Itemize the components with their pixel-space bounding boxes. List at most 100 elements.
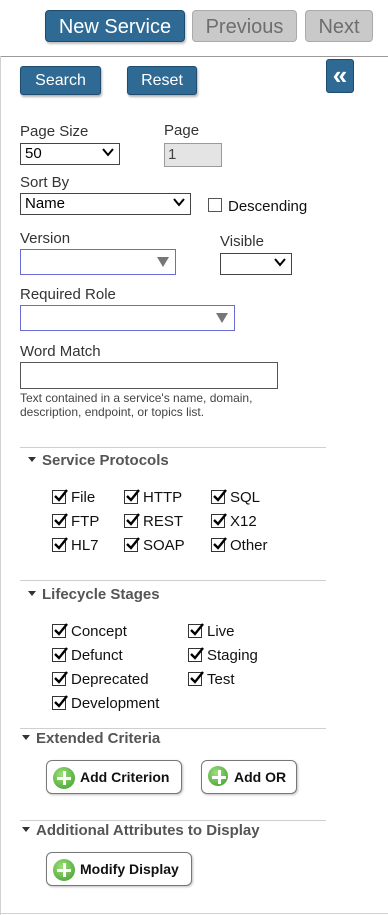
page-label: Page	[164, 122, 200, 139]
reset-button[interactable]: Reset	[127, 66, 197, 95]
word-match-input[interactable]	[20, 362, 278, 389]
additional-attributes-title: Additional Attributes to Display	[36, 822, 260, 839]
checkmark-icon	[54, 671, 68, 684]
checkmark-icon	[54, 537, 68, 550]
extended-criteria-title: Extended Criteria	[36, 730, 161, 747]
checkmark-icon	[126, 489, 140, 502]
collapse-arrow-icon	[28, 590, 36, 596]
dropdown-triangle-icon	[157, 257, 169, 267]
divider	[20, 447, 326, 448]
protocol-label-ftp: FTP	[71, 513, 100, 530]
checkmark-icon	[190, 623, 204, 636]
add-criterion-label: Add Criterion	[80, 769, 170, 785]
dropdown-triangle-icon	[216, 313, 228, 323]
protocol-label-file: File	[71, 489, 96, 506]
protocol-checkbox-rest[interactable]	[124, 513, 140, 528]
checkmark-icon	[54, 513, 68, 526]
protocol-checkbox-ftp[interactable]	[52, 513, 68, 528]
modify-display-label: Modify Display	[80, 861, 179, 877]
checkmark-icon	[126, 513, 140, 526]
protocol-checkbox-x12[interactable]	[211, 513, 227, 528]
protocol-label-other: Other	[230, 537, 268, 554]
checkmark-icon	[54, 489, 68, 502]
checkmark-icon	[54, 695, 68, 708]
lifecycle-checkbox-test[interactable]	[188, 671, 204, 686]
add-or-label: Add OR	[234, 769, 287, 785]
modify-display-button[interactable]: Modify Display	[46, 852, 192, 886]
lifecycle-checkbox-defunct[interactable]	[52, 647, 68, 662]
add-or-icon	[208, 766, 228, 786]
search-button[interactable]: Search	[20, 66, 101, 95]
protocol-label-sql: SQL	[230, 489, 261, 506]
service-protocols-header[interactable]: Service Protocols	[28, 452, 169, 469]
extended-criteria-header[interactable]: Extended Criteria	[22, 730, 160, 747]
lifecycle-label-development: Development	[71, 695, 160, 712]
lifecycle-checkbox-deprecated[interactable]	[52, 671, 68, 686]
chevron-down-icon	[172, 195, 186, 215]
protocol-checkbox-sql[interactable]	[211, 489, 227, 504]
protocol-checkbox-file[interactable]	[52, 489, 68, 504]
checkmark-icon	[213, 489, 227, 502]
sort-by-label: Sort By	[20, 174, 70, 191]
word-match-help-text: Text contained in a service's name, doma…	[20, 391, 253, 419]
divider	[20, 820, 326, 821]
add-icon	[53, 859, 75, 881]
visible-select[interactable]	[220, 253, 292, 275]
lifecycle-checkbox-concept[interactable]	[52, 623, 68, 638]
descending-label: Descending	[228, 198, 308, 215]
checkmark-icon	[54, 647, 68, 660]
new-service-button[interactable]: New Service	[45, 10, 185, 42]
lifecycle-checkbox-development[interactable]	[52, 695, 68, 710]
protocol-checkbox-soap[interactable]	[124, 537, 140, 552]
collapse-arrow-icon	[22, 734, 30, 740]
collapse-arrow-icon	[28, 456, 36, 462]
service-protocols-title: Service Protocols	[42, 452, 169, 469]
lifecycle-label-live: Live	[207, 623, 235, 640]
lifecycle-label-test: Test	[207, 671, 235, 688]
lifecycle-stages-header[interactable]: Lifecycle Stages	[28, 586, 160, 603]
sort-by-value: Name	[25, 195, 66, 212]
add-criterion-button[interactable]: Add Criterion	[46, 760, 182, 794]
lifecycle-label-staging: Staging	[207, 647, 258, 664]
required-role-combobox[interactable]	[20, 305, 235, 331]
checkmark-icon	[190, 671, 204, 684]
lifecycle-label-deprecated: Deprecated	[71, 671, 149, 688]
collapse-panel-button[interactable]: «	[326, 59, 354, 93]
add-or-button[interactable]: Add OR	[201, 760, 297, 794]
left-border	[0, 56, 1, 915]
next-button[interactable]: Next	[305, 10, 373, 42]
protocol-checkbox-other[interactable]	[211, 537, 227, 552]
checkmark-icon	[126, 537, 140, 550]
required-role-label: Required Role	[20, 286, 116, 303]
protocol-label-hl7: HL7	[71, 537, 99, 554]
protocol-checkbox-http[interactable]	[124, 489, 140, 504]
chevron-down-icon	[101, 145, 115, 165]
previous-button[interactable]: Previous	[192, 10, 297, 42]
protocol-label-x12: X12	[230, 513, 257, 530]
lifecycle-label-concept: Concept	[71, 623, 127, 640]
add-icon	[53, 767, 75, 789]
lifecycle-label-defunct: Defunct	[71, 647, 123, 664]
page-size-value: 50	[25, 145, 42, 162]
chevron-down-icon	[273, 255, 287, 275]
collapse-arrow-icon	[22, 826, 30, 832]
divider	[20, 728, 326, 729]
page-input[interactable]: 1	[164, 143, 222, 167]
checkmark-icon	[190, 647, 204, 660]
checkmark-icon	[213, 513, 227, 526]
additional-attributes-header[interactable]: Additional Attributes to Display	[22, 822, 260, 839]
sort-by-select[interactable]: Name	[20, 193, 191, 215]
protocol-label-http: HTTP	[143, 489, 183, 506]
version-combobox[interactable]	[20, 249, 176, 275]
lifecycle-checkbox-staging[interactable]	[188, 647, 204, 662]
checkmark-icon	[213, 537, 227, 550]
page-size-select[interactable]: 50	[20, 143, 120, 165]
version-label: Version	[20, 230, 71, 247]
protocol-label-rest: REST	[143, 513, 184, 530]
bottom-border	[0, 913, 388, 914]
lifecycle-checkbox-live[interactable]	[188, 623, 204, 638]
protocol-checkbox-hl7[interactable]	[52, 537, 68, 552]
descending-checkbox[interactable]	[208, 198, 222, 212]
protocol-label-soap: SOAP	[143, 537, 185, 554]
word-match-label: Word Match	[20, 343, 101, 360]
